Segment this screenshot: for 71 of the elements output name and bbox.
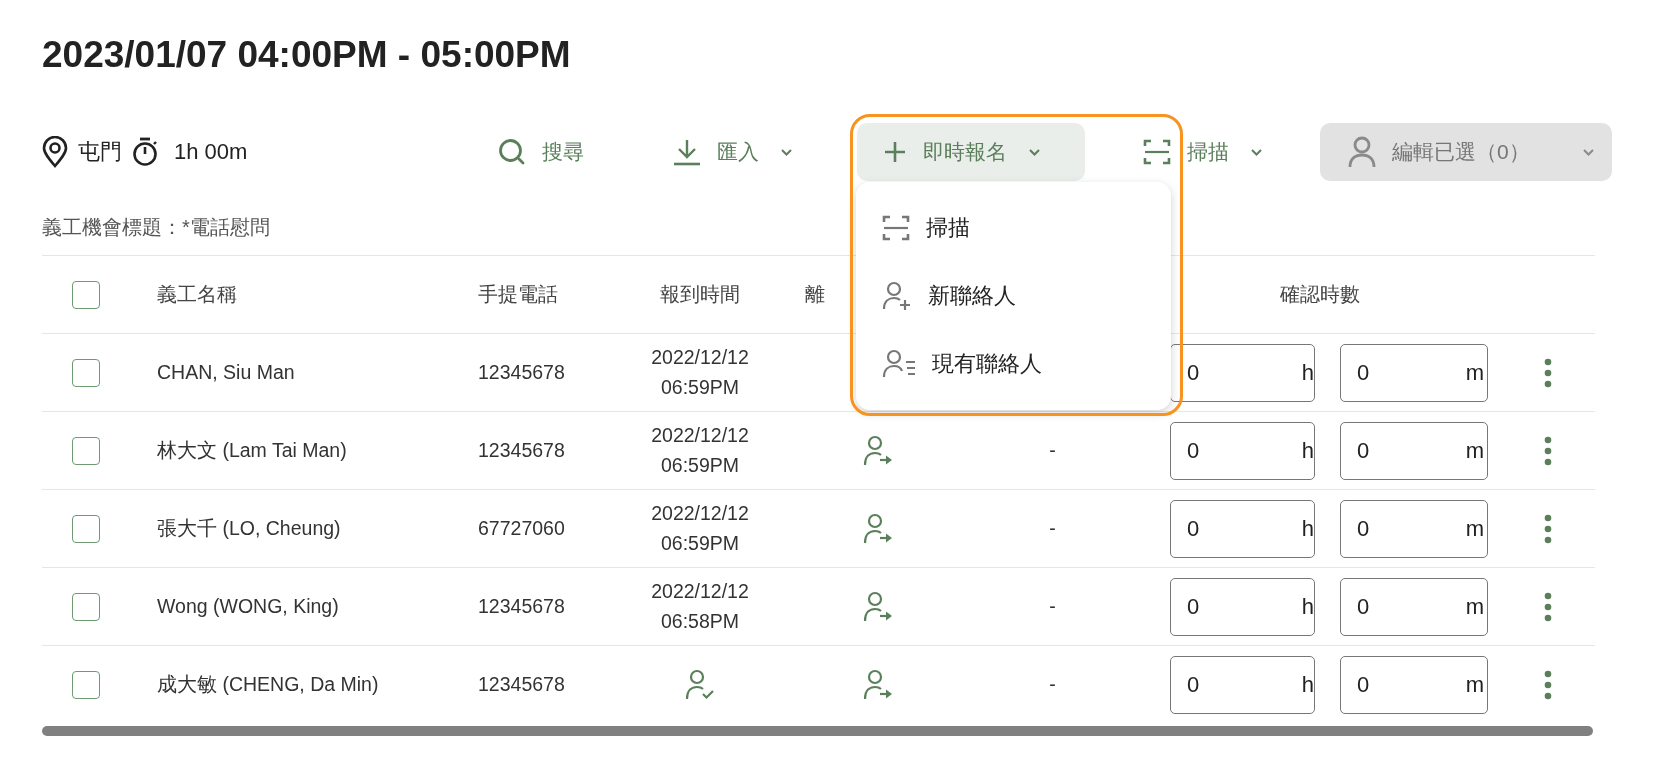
scan-button[interactable]: 掃描 (1125, 123, 1280, 181)
unit-label: h (1301, 359, 1314, 386)
phone-number: 67727060 (477, 517, 566, 540)
person-arrow-icon[interactable] (862, 590, 893, 623)
row-checkbox[interactable] (72, 436, 100, 465)
more-options-icon[interactable] (1543, 591, 1552, 622)
row-checkbox[interactable] (72, 358, 100, 387)
person-add-icon (882, 281, 912, 311)
check-in-time: 2022/12/12 06:59PM (651, 345, 749, 400)
check-in-time: 2022/12/12 06:59PM (651, 423, 749, 478)
check-out-time: - (1049, 517, 1056, 540)
column-header: 確認時數 (1280, 283, 1360, 305)
select-all-checkbox[interactable] (72, 280, 100, 309)
unit-label: m (1465, 515, 1484, 542)
unit-label: m (1465, 359, 1484, 386)
plus-icon (883, 140, 907, 164)
volunteer-name: Wong (WONG, King) (156, 595, 340, 618)
row-checkbox[interactable] (72, 670, 100, 699)
column-header: 離 (805, 283, 825, 305)
unit-label: m (1465, 437, 1484, 464)
add-button[interactable]: 即時報名 (857, 123, 1085, 181)
more-options-icon[interactable] (1543, 669, 1552, 700)
menu-item[interactable]: 現有聯絡人 (856, 330, 1171, 398)
unit-label: h (1301, 515, 1314, 542)
volunteer-name: 林大文 (Lam Tai Man) (156, 438, 348, 463)
unit-label: h (1301, 593, 1314, 620)
more-options-icon[interactable] (1543, 513, 1552, 544)
scrollbar[interactable] (42, 726, 1593, 736)
search-button[interactable]: 搜尋 (480, 123, 610, 181)
location-text: 屯門 (78, 138, 122, 166)
person-icon (1348, 136, 1376, 168)
unit-label: h (1301, 671, 1314, 698)
location-pin-icon (42, 136, 68, 168)
unit-label: m (1465, 671, 1484, 698)
volunteer-name: 張大千 (LO, Cheung) (156, 516, 342, 541)
phone-number: 12345678 (477, 439, 566, 462)
check-out-time: - (1049, 673, 1056, 696)
person-arrow-icon[interactable] (862, 668, 893, 701)
scan-icon (1143, 138, 1171, 166)
check-in-time: 2022/12/12 06:59PM (651, 501, 749, 556)
volunteer-name: 成大敏 (CHENG, Da Min) (156, 672, 380, 697)
page-title: 2023/01/07 04:00PM - 05:00PM (42, 33, 572, 77)
import-button[interactable]: 匯入 (655, 123, 810, 181)
row-checkbox[interactable] (72, 514, 100, 543)
person-arrow-icon[interactable] (862, 512, 893, 545)
unit-label: h (1301, 437, 1314, 464)
menu-item[interactable]: 新聯絡人 (856, 262, 1171, 330)
row-checkbox[interactable] (72, 592, 100, 621)
check-out-time: - (1049, 595, 1056, 618)
opportunity-title: 義工機會標題：*電話慰問 (42, 215, 270, 240)
column-header: 義工名稱 (156, 282, 238, 307)
unit-label: m (1465, 593, 1484, 620)
person-list-icon (882, 349, 916, 379)
menu-item[interactable]: 掃描 (856, 194, 1171, 262)
phone-number: 12345678 (477, 361, 566, 384)
duration-text: 1h 00m (174, 139, 248, 165)
volunteer-name: CHAN, Siu Man (156, 361, 296, 384)
person-arrow-icon[interactable] (862, 434, 893, 467)
person-check-icon[interactable] (685, 668, 715, 701)
check-in-time: 2022/12/12 06:58PM (651, 579, 749, 634)
check-out-time: - (1049, 439, 1056, 462)
column-header: 手提電話 (477, 282, 559, 307)
phone-number: 12345678 (477, 673, 566, 696)
phone-number: 12345678 (477, 595, 566, 618)
stopwatch-icon (132, 137, 158, 167)
column-header: 報到時間 (660, 282, 740, 307)
scan-icon (882, 214, 910, 242)
download-icon (673, 138, 701, 166)
search-icon (498, 138, 526, 166)
more-options-icon[interactable] (1543, 357, 1552, 388)
more-options-icon[interactable] (1543, 435, 1552, 466)
